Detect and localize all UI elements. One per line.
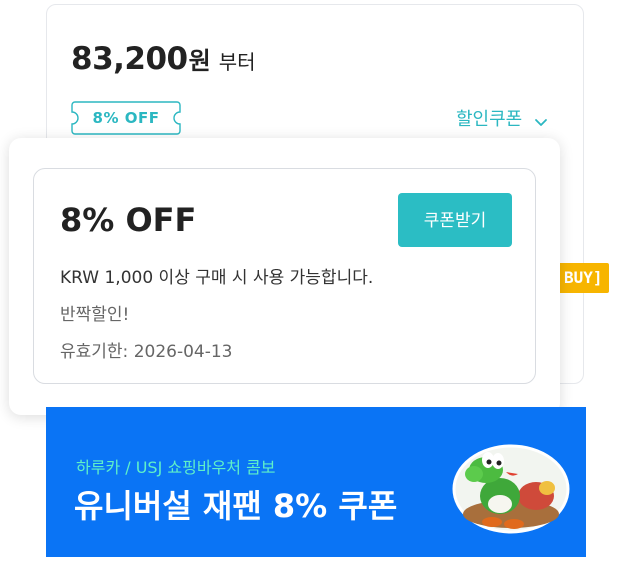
coupon-popup: 8% OFF 쿠폰받기 KRW 1,000 이상 구매 시 사용 가능합니다. …	[9, 138, 560, 415]
price-currency: 원	[188, 47, 211, 75]
coupon-title: 8% OFF	[60, 201, 197, 239]
promo-banner[interactable]: 하루카 / USJ 쇼핑바우처 콤보 유니버설 재팬 8% 쿠폰	[46, 407, 586, 557]
get-coupon-button[interactable]: 쿠폰받기	[398, 193, 512, 247]
product-page: 83,200 원 부터 8% OFF 할인쿠폰 BUY] 8% OFF 쿠폰받기…	[0, 0, 620, 579]
coupon-dropdown-label: 할인쿠폰	[456, 109, 523, 130]
coupon-dropdown[interactable]: 할인쿠폰	[456, 105, 548, 131]
discount-tag: 8% OFF	[71, 101, 181, 135]
coupon-expiry: 유효기한: 2026-04-13	[60, 342, 233, 362]
yoshi-character-image	[452, 444, 570, 534]
price-amount: 83,200	[71, 41, 188, 77]
chevron-down-icon	[534, 113, 548, 126]
banner-subtitle: 하루카 / USJ 쇼핑바우처 콤보	[76, 458, 276, 477]
discount-tag-label: 8% OFF	[92, 109, 160, 127]
buy-badge: BUY]	[558, 263, 609, 293]
coupon-condition: KRW 1,000 이상 구매 시 사용 가능합니다.	[60, 268, 374, 288]
price-suffix: 부터	[218, 50, 256, 74]
coupon-name: 반짝할인!	[60, 305, 130, 325]
price-line: 83,200 원 부터	[71, 41, 256, 77]
coupon-card: 8% OFF 쿠폰받기 KRW 1,000 이상 구매 시 사용 가능합니다. …	[33, 168, 536, 384]
banner-title: 유니버설 재팬 8% 쿠폰	[74, 487, 398, 525]
